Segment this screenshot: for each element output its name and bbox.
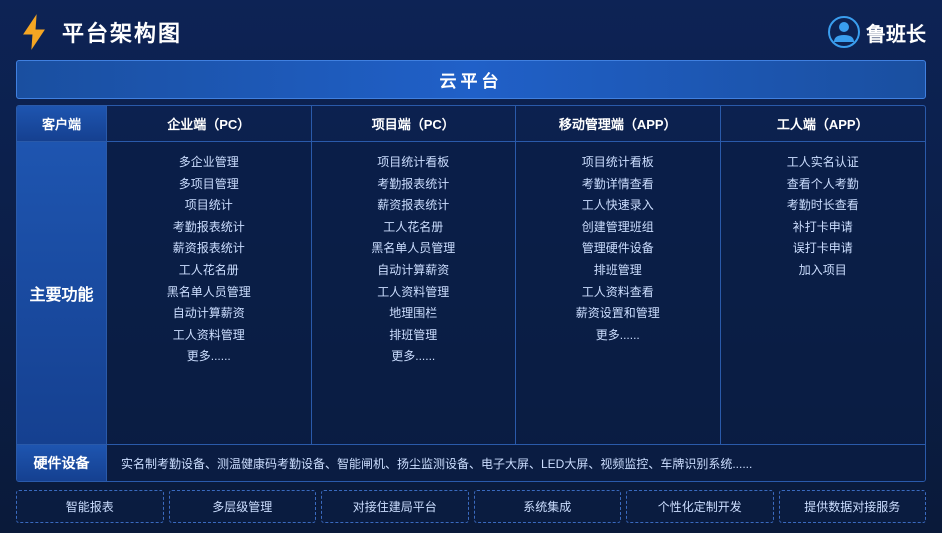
list-item: 考勤详情查看: [582, 174, 654, 196]
header: 平台架构图 鲁班长: [16, 10, 926, 54]
brand-logo: 鲁班长: [828, 16, 926, 48]
list-item: 项目统计: [185, 195, 233, 217]
list-item: 管理硬件设备: [582, 238, 654, 260]
brand-icon: [828, 16, 860, 48]
list-item: 排班管理: [389, 325, 437, 347]
features-row: 智能报表多层级管理对接住建局平台系统集成个性化定制开发提供数据对接服务: [16, 490, 926, 523]
list-item: 薪资报表统计: [173, 238, 245, 260]
list-item: 工人资料查看: [582, 282, 654, 304]
project-features: 项目统计看板考勤报表统计薪资报表统计工人花名册黑名单人员管理自动计算薪资工人资料…: [312, 142, 517, 444]
col-header-project: 项目端（PC）: [312, 106, 517, 141]
col-header-client: 客户端: [17, 106, 107, 141]
list-item: 工人实名认证: [787, 152, 859, 174]
list-item: 创建管理班组: [582, 217, 654, 239]
brand-name: 鲁班长: [866, 18, 926, 47]
list-item: 工人快速录入: [582, 195, 654, 217]
col-header-enterprise: 企业端（PC）: [107, 106, 312, 141]
hardware-label: 硬件设备: [17, 445, 107, 481]
list-item: 地理围栏: [389, 303, 437, 325]
cloud-banner: 云平台: [16, 60, 926, 99]
list-item: 更多......: [391, 346, 435, 368]
list-item: 项目统计看板: [377, 152, 449, 174]
list-item: 考勤时长查看: [787, 195, 859, 217]
list-item: 考勤报表统计: [377, 174, 449, 196]
list-item: 工人花名册: [179, 260, 239, 282]
col-header-mobile: 移动管理端（APP）: [516, 106, 721, 141]
list-item: 补打卡申请: [793, 217, 853, 239]
main-table: 客户端 企业端（PC） 项目端（PC） 移动管理端（APP） 工人端（APP） …: [16, 105, 926, 482]
list-item: 误打卡申请: [793, 238, 853, 260]
list-item: 薪资设置和管理: [576, 303, 660, 325]
main-function-label: 主要功能: [17, 142, 107, 444]
list-item: 自动计算薪资: [377, 260, 449, 282]
list-item: 自动计算薪资: [173, 303, 245, 325]
list-item: 薪资报表统计: [377, 195, 449, 217]
list-item: 多企业管理: [179, 152, 239, 174]
logo-icon: [16, 14, 52, 50]
list-item: 更多......: [596, 325, 640, 347]
enterprise-features: 多企业管理多项目管理项目统计考勤报表统计薪资报表统计工人花名册黑名单人员管理自动…: [107, 142, 312, 444]
header-left: 平台架构图: [16, 14, 182, 50]
page-title: 平台架构图: [62, 16, 182, 48]
feature-item: 多层级管理: [169, 490, 317, 523]
list-item: 多项目管理: [179, 174, 239, 196]
worker-features: 工人实名认证查看个人考勤考勤时长查看补打卡申请误打卡申请加入项目: [721, 142, 926, 444]
list-item: 黑名单人员管理: [371, 238, 455, 260]
feature-item: 系统集成: [474, 490, 622, 523]
list-item: 工人资料管理: [173, 325, 245, 347]
main-container: 平台架构图 鲁班长 云平台 客户端 企业端（PC） 项目端（PC） 移动管理端（…: [0, 0, 942, 533]
column-headers: 客户端 企业端（PC） 项目端（PC） 移动管理端（APP） 工人端（APP）: [17, 106, 925, 142]
list-item: 加入项目: [799, 260, 847, 282]
feature-item: 提供数据对接服务: [779, 490, 927, 523]
mobile-features: 项目统计看板考勤详情查看工人快速录入创建管理班组管理硬件设备排班管理工人资料查看…: [516, 142, 721, 444]
list-item: 考勤报表统计: [173, 217, 245, 239]
hardware-content: 实名制考勤设备、测温健康码考勤设备、智能闸机、扬尘监测设备、电子大屏、LED大屏…: [107, 445, 925, 481]
hardware-row: 硬件设备 实名制考勤设备、测温健康码考勤设备、智能闸机、扬尘监测设备、电子大屏、…: [17, 444, 925, 481]
list-item: 工人花名册: [383, 217, 443, 239]
feature-item: 个性化定制开发: [626, 490, 774, 523]
feature-item: 对接住建局平台: [321, 490, 469, 523]
col-header-worker: 工人端（APP）: [721, 106, 926, 141]
list-item: 工人资料管理: [377, 282, 449, 304]
feature-item: 智能报表: [16, 490, 164, 523]
list-item: 黑名单人员管理: [167, 282, 251, 304]
list-item: 项目统计看板: [582, 152, 654, 174]
content-row: 主要功能 多企业管理多项目管理项目统计考勤报表统计薪资报表统计工人花名册黑名单人…: [17, 142, 925, 444]
list-item: 排班管理: [594, 260, 642, 282]
list-item: 查看个人考勤: [787, 174, 859, 196]
list-item: 更多......: [187, 346, 231, 368]
